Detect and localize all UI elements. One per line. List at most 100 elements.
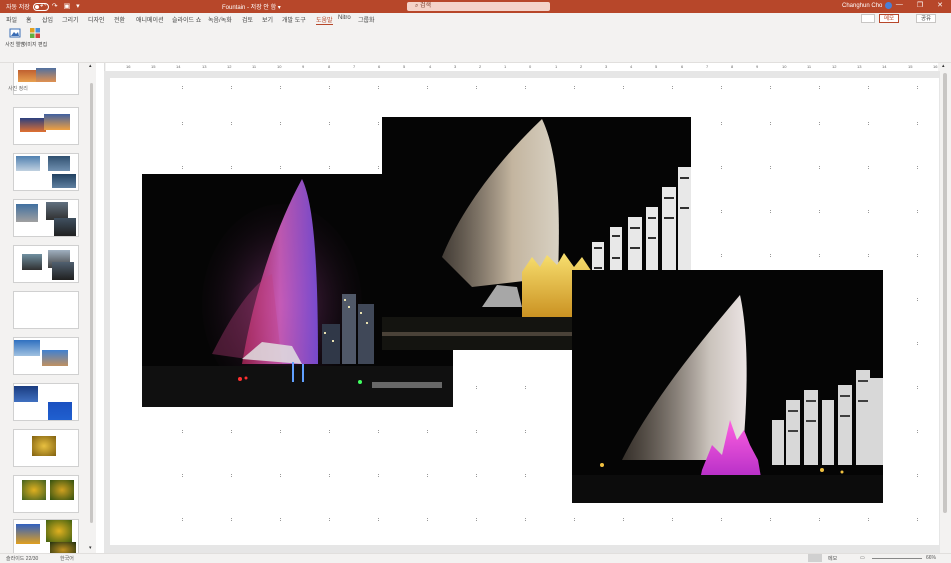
ruler-tick-label: 11 [807,64,812,69]
tab-nitro[interactable]: Nitro [338,15,351,21]
grid-guide [868,166,870,169]
slide-thumbnail[interactable] [13,429,79,467]
reading-view-icon[interactable]: ▭ [860,555,865,561]
slide-thumbnail[interactable] [13,245,79,283]
grid-guide [819,122,821,125]
image-edit-icon [29,27,41,39]
ruler-tick-label: 13 [202,64,207,69]
image-edit-button[interactable]: 이미지 편집 [20,27,50,48]
tab-review[interactable]: 검토 [242,15,253,24]
grid-guide [329,86,331,89]
tab-slideshow[interactable]: 슬라이드 쇼 [172,15,201,24]
ruler-tick-label: 1 [504,64,507,69]
ruler-tick-label: 7 [353,64,356,69]
scrollbar-thumb[interactable] [943,73,947,513]
search-input[interactable]: ⌕ 검색 [407,2,550,11]
grid-guide [280,166,282,169]
normal-view-button[interactable] [808,554,822,562]
tab-view[interactable]: 보기 [262,15,273,24]
slide-thumbnail-panel: 사진 정리 [0,63,90,553]
slide-counter: 슬라이드 22/30 [6,556,39,562]
grid-guide [770,254,772,257]
language-indicator[interactable]: 한국어 [60,555,74,562]
grid-guide [770,122,772,125]
zoom-level[interactable]: 66% [926,555,936,561]
grid-guide [476,518,478,521]
ruler-tick-label: 12 [832,64,837,69]
share-button[interactable]: 공유 [916,14,937,23]
grid-guide [280,474,282,477]
ruler-tick-label: 14 [176,64,181,69]
maximize-icon[interactable]: ❐ [917,1,923,9]
zoom-slider[interactable] [872,558,922,559]
grid-guide [574,518,576,521]
scroll-up-icon[interactable]: ▴ [89,63,92,69]
slide-thumbnail[interactable] [13,107,79,145]
ruler-tick-label: 14 [882,64,887,69]
ruler-tick-label: 1 [555,64,558,69]
ruler-tick-label: 11 [252,64,257,69]
grid-guide [476,86,478,89]
title-bar: 자동 저장 ↶ ↷ ▣ ▾ Fountain - 저장 안 함 ▾ ⌕ 검색 C… [0,0,951,13]
tab-group[interactable]: 그룹화 [358,15,375,24]
grid-guide [819,86,821,89]
grid-guide [917,166,919,169]
grid-guide [525,430,527,433]
section-label: 사진 정리 [8,86,28,92]
grid-guide [525,474,527,477]
minimize-icon[interactable]: — [896,1,903,9]
grid-guide [378,122,380,125]
grid-guide [721,86,723,89]
slide-thumbnail[interactable] [13,291,79,329]
grid-guide [672,86,674,89]
ruler-tick-label: 10 [277,64,282,69]
ruler-tick-label: 6 [681,64,684,69]
tab-transitions[interactable]: 전환 [114,15,125,24]
tab-developer[interactable]: 개발 도구 [282,15,306,24]
notes-button[interactable]: 메모 [828,555,837,562]
tab-file[interactable]: 파일 [6,15,17,24]
user-account[interactable]: Changhun Cho [842,2,893,9]
tab-home[interactable]: 홈 [26,15,32,24]
grid-guide [427,474,429,477]
fountain-photo-magenta[interactable] [572,270,883,503]
ribbon-tabs: 파일 홈 삽입 그리기 디자인 전환 애니메이션 슬라이드 쇼 녹음/녹화 검토… [0,13,951,25]
tab-draw[interactable]: 그리기 [62,15,79,24]
tab-insert[interactable]: 삽입 [42,15,53,24]
grid-guide [917,518,919,521]
close-icon[interactable]: ✕ [937,1,943,9]
record-button[interactable] [861,14,875,23]
grid-guide [917,430,919,433]
grid-guide [721,210,723,213]
grid-guide [280,430,282,433]
tab-design[interactable]: 디자인 [88,15,105,24]
grid-guide [378,474,380,477]
grid-guide [476,474,478,477]
ruler-tick-label: 3 [454,64,457,69]
slide-thumbnail[interactable] [13,383,79,421]
tab-record[interactable]: 녹음/녹화 [208,15,232,24]
ruler-tick-label: 15 [908,64,913,69]
tab-help[interactable]: 도움말 [316,15,333,25]
tab-animations[interactable]: 애니메이션 [136,15,164,24]
scroll-up-icon[interactable]: ▴ [942,63,945,69]
avatar[interactable] [885,2,893,9]
comment-button[interactable]: 메모 [879,14,900,23]
slide-thumbnail[interactable] [13,153,79,191]
scroll-down-icon[interactable]: ▾ [89,545,92,551]
autosave-label: 자동 저장 [6,5,30,11]
slide-thumbnail[interactable] [13,519,79,553]
grid-guide [721,166,723,169]
slide-thumbnail[interactable] [13,337,79,375]
slide[interactable] [110,78,939,545]
grid-guide [182,86,184,89]
grid-guide [329,518,331,521]
thumbnail-scrollbar[interactable]: ▴ ▾ [88,63,96,553]
slide-thumbnail[interactable] [13,475,79,513]
document-name[interactable]: Fountain - 저장 안 함 ▾ [222,2,281,11]
scrollbar-thumb[interactable] [90,83,93,523]
quick-access-toolbar[interactable]: ↶ ↷ ▣ ▾ [40,2,82,10]
slide-thumbnail[interactable] [13,199,79,237]
grid-guide [917,210,919,213]
editor-scrollbar[interactable]: ▴ [940,63,951,553]
